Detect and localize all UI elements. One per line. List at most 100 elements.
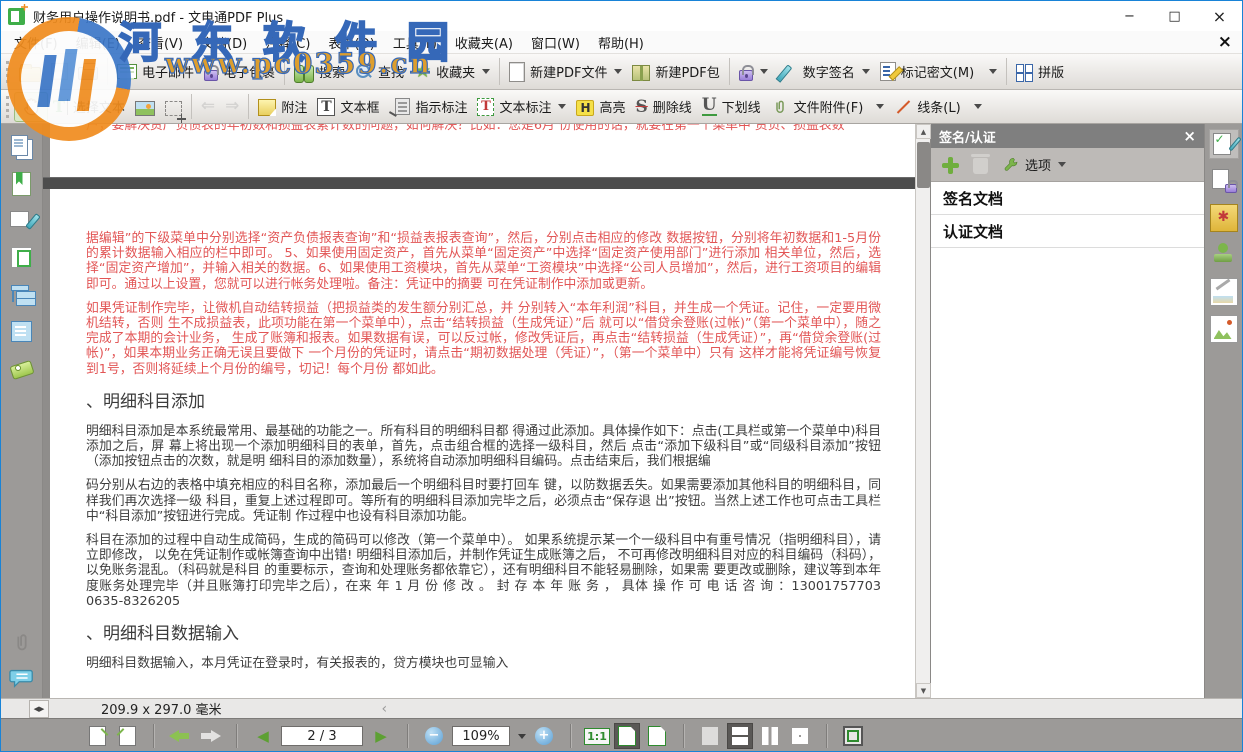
menu-help[interactable]: 帮助(H) bbox=[589, 31, 653, 54]
menu-document[interactable]: 文档(D) bbox=[192, 31, 256, 54]
ink-signature-icon[interactable] bbox=[1210, 278, 1238, 306]
chevron-down-icon[interactable] bbox=[862, 69, 870, 74]
scroll-left-icon[interactable]: ‹ bbox=[382, 701, 388, 717]
document-viewport[interactable]: 户，要解决资产负债表的年初数和损益表累计数的问题，如何解决？比如：您是6月 份使… bbox=[43, 124, 915, 698]
chevron-down-icon[interactable] bbox=[614, 69, 622, 74]
undo-button[interactable]: ⇐ bbox=[196, 95, 220, 118]
maximize-button[interactable]: □ bbox=[1152, 1, 1197, 31]
menu-file[interactable]: 文件(F) bbox=[5, 31, 67, 54]
digital-signature-button[interactable]: 数字签名 bbox=[773, 59, 875, 85]
epackage-button[interactable]: 电子包裹 bbox=[199, 59, 280, 84]
menu-comment[interactable]: 注释(C) bbox=[256, 31, 319, 54]
zoom-out-button[interactable]: − bbox=[422, 724, 446, 748]
single-page-layout-button[interactable] bbox=[698, 724, 722, 748]
chevron-down-icon[interactable] bbox=[760, 69, 768, 74]
comments-panel-icon[interactable] bbox=[9, 208, 35, 234]
vertical-scrollbar[interactable]: ▲ ▼ bbox=[915, 124, 930, 698]
zoom-level-select[interactable]: 109% bbox=[452, 726, 510, 746]
new-pdf-package-button[interactable]: 新建PDF包 bbox=[627, 59, 724, 84]
layers-icon[interactable] bbox=[9, 245, 35, 271]
highlight-button[interactable]: H高亮 bbox=[571, 94, 630, 119]
delete-button[interactable] bbox=[973, 158, 988, 174]
page-thumbnails-icon[interactable] bbox=[9, 134, 35, 160]
search-button[interactable]: 搜索 bbox=[289, 59, 350, 84]
select-image-button[interactable] bbox=[130, 95, 160, 119]
menu-edit[interactable]: 编辑(E) bbox=[67, 31, 129, 54]
options-button[interactable]: 选项 bbox=[1002, 155, 1066, 174]
underline-button[interactable]: U下划线 bbox=[697, 94, 766, 119]
strikeout-button[interactable]: S删除线 bbox=[631, 94, 697, 120]
chevron-down-icon[interactable] bbox=[518, 734, 526, 739]
scrollbar-thumb[interactable] bbox=[917, 142, 930, 188]
last-page-button[interactable] bbox=[115, 724, 139, 748]
chevron-down-icon[interactable] bbox=[989, 69, 997, 74]
scroll-up-button[interactable]: ▲ bbox=[916, 124, 931, 139]
favorites-button[interactable]: ★收藏夹 bbox=[409, 59, 495, 84]
page-number-input[interactable]: 2 / 3 bbox=[281, 726, 363, 746]
add-signature-button[interactable] bbox=[941, 156, 959, 174]
file-attachment-button[interactable]: 文件附件(F) bbox=[766, 94, 890, 120]
next-view-button[interactable] bbox=[198, 724, 222, 748]
document-close-icon[interactable]: × bbox=[1218, 34, 1232, 51]
first-page-button[interactable] bbox=[85, 724, 109, 748]
quad-layout-button[interactable] bbox=[788, 724, 812, 748]
facing-pages-layout-button[interactable] bbox=[758, 724, 782, 748]
fullscreen-button[interactable] bbox=[841, 724, 865, 748]
form-fields-icon[interactable] bbox=[9, 319, 35, 345]
chevron-down-icon[interactable] bbox=[974, 104, 982, 109]
bookmarks-icon[interactable] bbox=[9, 171, 35, 197]
save-button[interactable] bbox=[46, 60, 73, 83]
fit-page-button[interactable] bbox=[615, 724, 639, 748]
textbox-button[interactable]: T文本框 bbox=[312, 94, 384, 119]
list-item-sign-document[interactable]: 签名文档 bbox=[931, 182, 1204, 215]
callout-button[interactable]: 指示标注 bbox=[384, 94, 472, 119]
note-button[interactable]: 附注 bbox=[253, 94, 312, 119]
document-security-icon[interactable] bbox=[1210, 167, 1238, 195]
imposition-button[interactable]: 拼版 bbox=[1011, 59, 1069, 84]
minimize-button[interactable]: − bbox=[1107, 1, 1152, 31]
security-button[interactable] bbox=[734, 60, 773, 84]
sign-certify-tab-icon[interactable] bbox=[1210, 130, 1238, 158]
menu-window[interactable]: 窗口(W) bbox=[522, 31, 589, 54]
previous-view-button[interactable] bbox=[168, 724, 192, 748]
chevron-down-icon[interactable] bbox=[558, 104, 566, 109]
snapshot-button[interactable] bbox=[160, 95, 187, 119]
previous-page-button[interactable]: ◀ bbox=[251, 724, 275, 748]
menu-form[interactable]: 表单(O) bbox=[319, 31, 383, 54]
panel-splitter-button[interactable]: ◀▶ bbox=[29, 700, 49, 718]
actual-size-button[interactable]: 1:1 bbox=[585, 724, 609, 748]
zoom-in-button[interactable]: + bbox=[532, 724, 556, 748]
comment-bubble-icon[interactable] bbox=[9, 666, 35, 690]
email-button[interactable]: 电子邮件 bbox=[112, 59, 199, 84]
new-pdf-button[interactable]: 新建PDF文件 bbox=[504, 59, 627, 85]
tags-icon[interactable] bbox=[9, 356, 35, 382]
redo-button[interactable]: ⇒ bbox=[220, 95, 244, 118]
line-tool-button[interactable]: 线条(L) bbox=[889, 94, 986, 119]
structure-outline-icon[interactable] bbox=[9, 282, 35, 308]
chevron-down-icon[interactable] bbox=[876, 104, 884, 109]
menu-tools[interactable]: 工具(T) bbox=[384, 31, 446, 54]
toolbar-grip[interactable] bbox=[6, 96, 9, 118]
next-page-button[interactable]: ▶ bbox=[369, 724, 393, 748]
hand-tool-button[interactable] bbox=[14, 92, 48, 122]
select-text-button[interactable]: T选择文本 bbox=[48, 94, 130, 119]
redaction-button[interactable]: 标记密文(M) bbox=[875, 59, 1002, 84]
panel-close-icon[interactable]: × bbox=[1183, 127, 1196, 145]
menu-favorites[interactable]: 收藏夹(A) bbox=[446, 31, 522, 54]
scroll-down-button[interactable]: ▼ bbox=[916, 683, 931, 698]
list-item-certify-document[interactable]: 认证文档 bbox=[931, 215, 1204, 248]
continuous-layout-button[interactable] bbox=[728, 724, 752, 748]
chevron-down-icon[interactable] bbox=[482, 69, 490, 74]
text-markup-button[interactable]: 文本标注 bbox=[472, 94, 571, 119]
fit-width-button[interactable] bbox=[645, 724, 669, 748]
stamp-icon[interactable] bbox=[1210, 241, 1238, 269]
menu-view[interactable]: 查看(V) bbox=[129, 31, 192, 54]
attachments-icon[interactable] bbox=[11, 631, 33, 655]
close-button[interactable]: × bbox=[1197, 1, 1242, 31]
print-button[interactable] bbox=[73, 60, 103, 83]
open-file-button[interactable] bbox=[14, 59, 46, 85]
certificate-icon[interactable] bbox=[1210, 204, 1238, 232]
find-button[interactable]: 查找 bbox=[350, 59, 409, 84]
image-icon[interactable] bbox=[1210, 315, 1238, 343]
toolbar-grip[interactable] bbox=[6, 61, 9, 83]
